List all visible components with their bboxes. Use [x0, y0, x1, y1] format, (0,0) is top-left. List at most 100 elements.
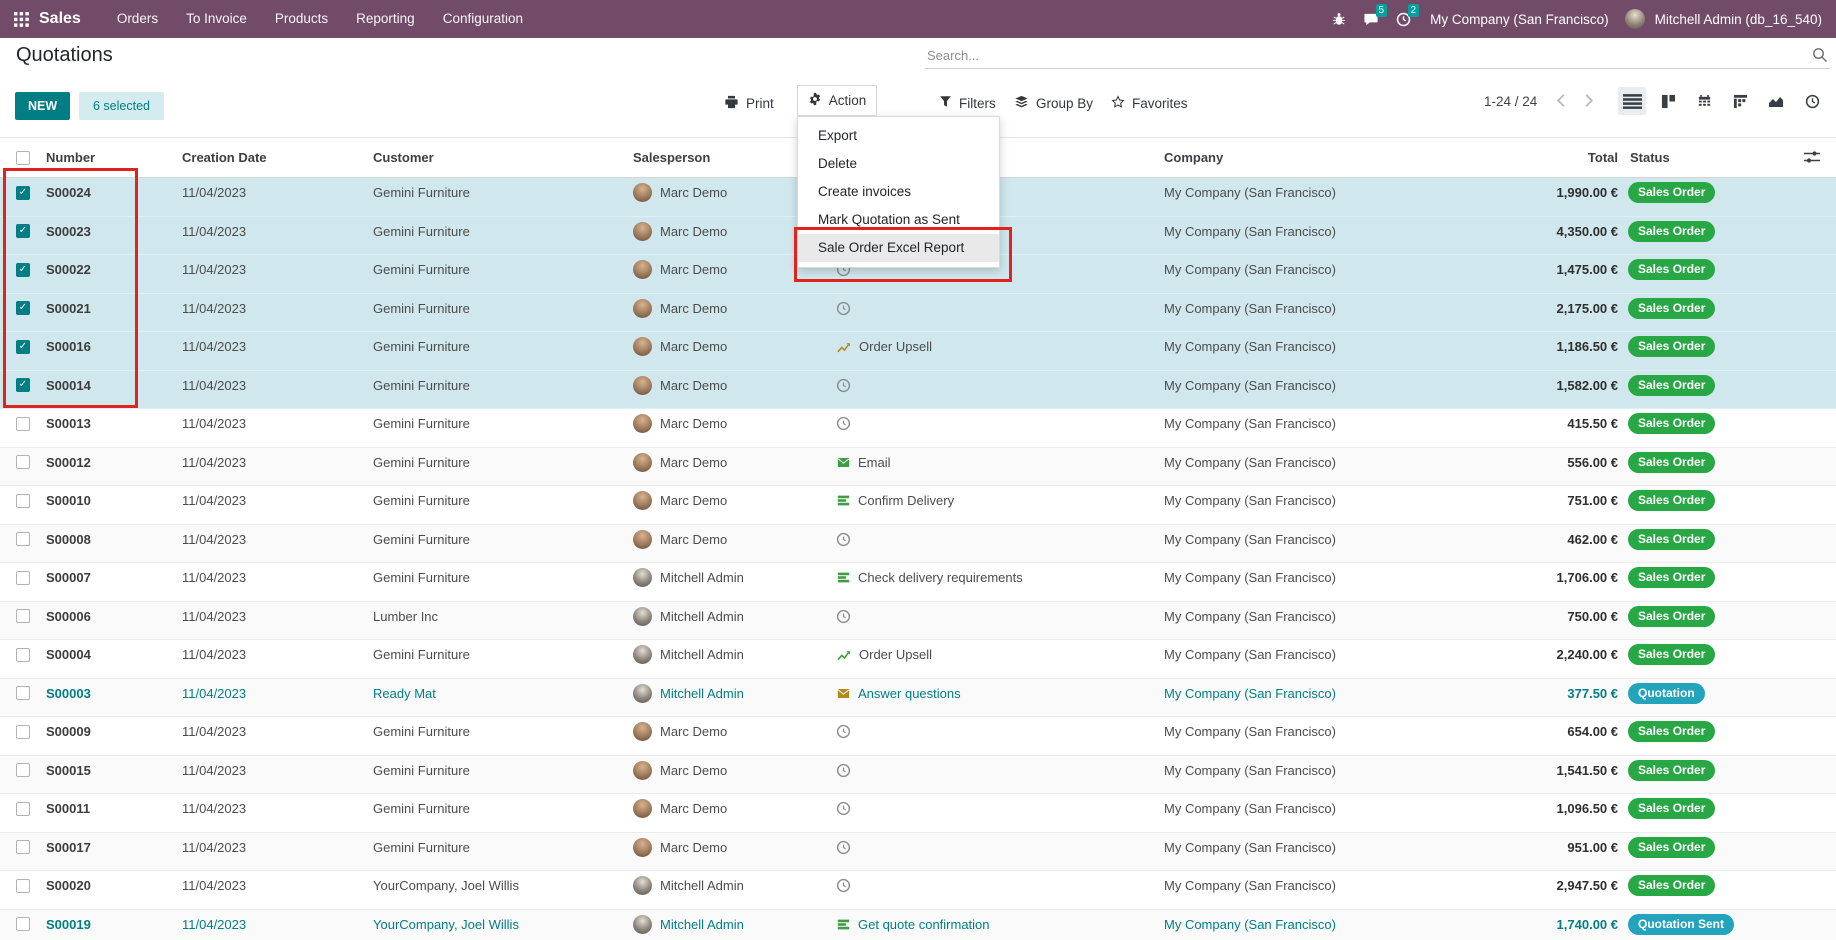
header-customer[interactable]: Customer — [373, 150, 633, 165]
table-row[interactable]: S00020 11/04/2023 YourCompany, Joel Will… — [0, 871, 1836, 910]
activity-clock-icon[interactable] — [836, 724, 851, 739]
table-row[interactable]: S00006 11/04/2023 Lumber Inc Mitchell Ad… — [0, 602, 1836, 641]
activities-clock-icon[interactable]: 2 — [1392, 12, 1414, 27]
view-kanban-icon[interactable] — [1654, 87, 1682, 115]
cell-activity[interactable]: Check delivery requirements — [830, 570, 1164, 585]
row-checkbox[interactable] — [16, 840, 30, 854]
activity-todo-icon[interactable] — [836, 918, 851, 931]
favorites-button[interactable]: Favorites — [1105, 90, 1194, 116]
row-checkbox[interactable] — [16, 378, 30, 392]
activity-email-icon[interactable] — [836, 456, 851, 469]
header-number[interactable]: Number — [46, 150, 182, 165]
nav-menu-orders[interactable]: Orders — [103, 0, 172, 38]
header-total[interactable]: Total — [1450, 150, 1618, 165]
action-menu-item-create-invoices[interactable]: Create invoices — [798, 178, 999, 206]
cell-activity[interactable] — [830, 609, 1164, 624]
row-checkbox[interactable] — [16, 186, 30, 200]
table-row[interactable]: S00015 11/04/2023 Gemini Furniture Marc … — [0, 756, 1836, 795]
table-row[interactable]: S00010 11/04/2023 Gemini Furniture Marc … — [0, 486, 1836, 525]
activity-clock-icon[interactable] — [836, 801, 851, 816]
group-by-button[interactable]: Group By — [1008, 90, 1099, 116]
row-checkbox[interactable] — [16, 686, 30, 700]
search-icon[interactable] — [1812, 47, 1830, 63]
activity-todo-icon[interactable] — [836, 571, 851, 584]
nav-menu-reporting[interactable]: Reporting — [342, 0, 429, 38]
action-menu-item-delete[interactable]: Delete — [798, 150, 999, 178]
adjust-columns-sliders-icon[interactable] — [1804, 150, 1820, 164]
nav-menu-to-invoice[interactable]: To Invoice — [172, 0, 261, 38]
user-avatar[interactable] — [1625, 9, 1645, 29]
cell-activity[interactable]: Confirm Delivery — [830, 493, 1164, 508]
cell-activity[interactable]: Order Upsell — [830, 339, 1164, 354]
view-activity-icon[interactable] — [1798, 87, 1826, 115]
action-menu-item-sale-order-excel-report[interactable]: Sale Order Excel Report — [798, 234, 999, 262]
activity-upsell-icon[interactable] — [836, 648, 852, 662]
apps-grid-icon[interactable] — [0, 12, 39, 27]
activity-clock-icon[interactable] — [836, 878, 851, 893]
cell-activity[interactable] — [830, 840, 1164, 855]
table-row[interactable]: S00007 11/04/2023 Gemini Furniture Mitch… — [0, 563, 1836, 602]
new-button[interactable]: NEW — [15, 92, 70, 120]
header-creation-date[interactable]: Creation Date — [182, 150, 373, 165]
action-button[interactable]: Action — [797, 85, 877, 116]
row-checkbox[interactable] — [16, 725, 30, 739]
activity-email-icon[interactable] — [836, 687, 851, 700]
cell-activity[interactable] — [830, 301, 1164, 316]
row-checkbox[interactable] — [16, 802, 30, 816]
table-row[interactable]: S00013 11/04/2023 Gemini Furniture Marc … — [0, 409, 1836, 448]
cell-activity[interactable] — [830, 763, 1164, 778]
row-checkbox[interactable] — [16, 301, 30, 315]
action-menu-item-mark-quotation-as-sent[interactable]: Mark Quotation as Sent — [798, 206, 999, 234]
cell-activity[interactable] — [830, 416, 1164, 431]
table-row[interactable]: S00008 11/04/2023 Gemini Furniture Marc … — [0, 525, 1836, 564]
cell-activity[interactable]: Order Upsell — [830, 647, 1164, 662]
activity-clock-icon[interactable] — [836, 301, 851, 316]
activity-clock-icon[interactable] — [836, 416, 851, 431]
table-row[interactable]: S00016 11/04/2023 Gemini Furniture Marc … — [0, 332, 1836, 371]
cell-activity[interactable]: Get quote confirmation — [830, 917, 1164, 932]
cell-activity[interactable]: Answer questions — [830, 686, 1164, 701]
view-list-icon[interactable] — [1618, 87, 1646, 115]
row-checkbox[interactable] — [16, 917, 30, 931]
company-switcher[interactable]: My Company (San Francisco) — [1430, 12, 1609, 27]
app-name[interactable]: Sales — [39, 10, 81, 28]
nav-menu-configuration[interactable]: Configuration — [429, 0, 537, 38]
select-all-checkbox[interactable] — [16, 151, 30, 165]
action-menu-item-export[interactable]: Export — [798, 122, 999, 150]
header-company[interactable]: Company — [1164, 150, 1450, 165]
search-input[interactable]: Search... — [925, 42, 1830, 69]
view-graph-icon[interactable] — [1762, 87, 1790, 115]
row-checkbox[interactable] — [16, 763, 30, 777]
table-row[interactable]: S00014 11/04/2023 Gemini Furniture Marc … — [0, 371, 1836, 410]
row-checkbox[interactable] — [16, 609, 30, 623]
debug-bug-icon[interactable] — [1328, 12, 1350, 27]
activity-clock-icon[interactable] — [836, 532, 851, 547]
cell-activity[interactable] — [830, 378, 1164, 393]
table-row[interactable]: S00017 11/04/2023 Gemini Furniture Marc … — [0, 833, 1836, 872]
cell-activity[interactable] — [830, 724, 1164, 739]
table-row[interactable]: S00003 11/04/2023 Ready Mat Mitchell Adm… — [0, 679, 1836, 718]
table-row[interactable]: S00019 11/04/2023 YourCompany, Joel Will… — [0, 910, 1836, 940]
filters-button[interactable]: Filters — [933, 90, 1002, 116]
activity-clock-icon[interactable] — [836, 609, 851, 624]
activity-clock-icon[interactable] — [836, 763, 851, 778]
nav-menu-products[interactable]: Products — [261, 0, 342, 38]
pager-prev-icon[interactable] — [1556, 93, 1566, 108]
row-checkbox[interactable] — [16, 648, 30, 662]
row-checkbox[interactable] — [16, 263, 30, 277]
row-checkbox[interactable] — [16, 417, 30, 431]
row-checkbox[interactable] — [16, 879, 30, 893]
table-row[interactable]: S00009 11/04/2023 Gemini Furniture Marc … — [0, 717, 1836, 756]
cell-activity[interactable] — [830, 801, 1164, 816]
table-row[interactable]: S00021 11/04/2023 Gemini Furniture Marc … — [0, 294, 1836, 333]
selected-count-chip[interactable]: 6 selected — [79, 92, 164, 120]
table-row[interactable]: S00011 11/04/2023 Gemini Furniture Marc … — [0, 794, 1836, 833]
activity-upsell-icon[interactable] — [836, 340, 852, 354]
print-button[interactable]: Print — [718, 90, 780, 116]
table-row[interactable]: S00004 11/04/2023 Gemini Furniture Mitch… — [0, 640, 1836, 679]
activity-todo-icon[interactable] — [836, 494, 851, 507]
row-checkbox[interactable] — [16, 494, 30, 508]
pager-next-icon[interactable] — [1584, 93, 1594, 108]
row-checkbox[interactable] — [16, 224, 30, 238]
cell-activity[interactable] — [830, 878, 1164, 893]
